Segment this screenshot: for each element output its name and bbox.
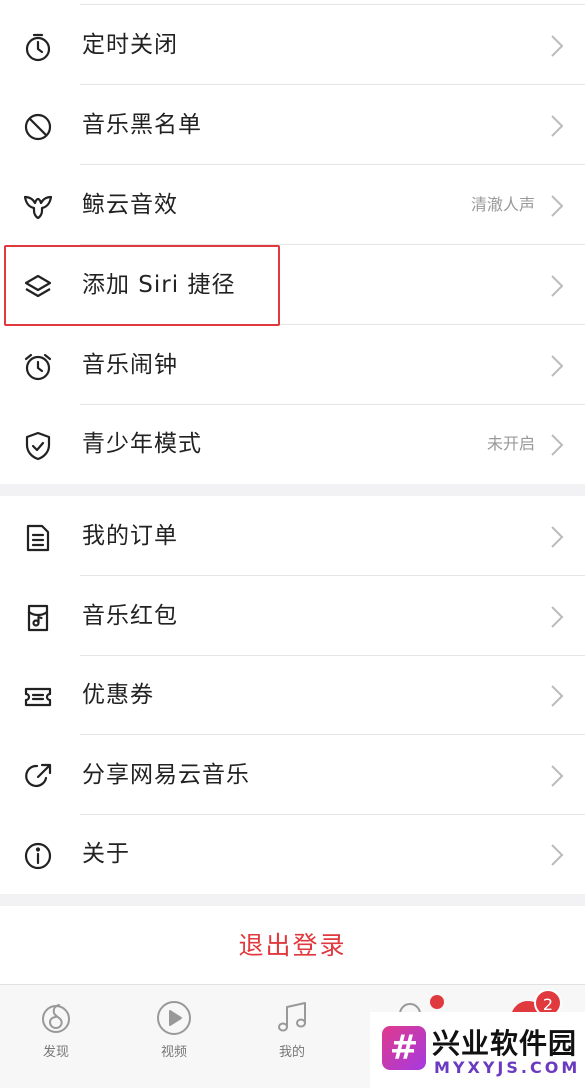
chevron-right-icon	[549, 354, 565, 378]
chevron-right-icon	[549, 605, 565, 629]
row-value: 清澈人声	[470, 195, 535, 214]
highlight-box	[4, 245, 280, 326]
row-sound-effects[interactable]: 鲸云音效 清澈人声	[0, 165, 585, 245]
chevron-right-icon	[549, 34, 565, 58]
row-music-blacklist[interactable]: 音乐黑名单	[0, 85, 585, 165]
row-value: 未开启	[486, 434, 535, 453]
tab-label: 我的	[278, 1045, 305, 1060]
watermark-url: MYXYJS.COM	[434, 1058, 581, 1077]
share-icon	[22, 761, 54, 793]
row-label: 鲸云音效	[82, 192, 178, 218]
tab-mine[interactable]: 我的	[262, 999, 322, 1060]
row-label: 音乐闹钟	[82, 352, 178, 378]
row-sleep-timer[interactable]: 定时关闭	[0, 5, 585, 85]
chevron-right-icon	[549, 274, 565, 298]
row-label: 关于	[82, 841, 130, 867]
tab-label: 发现	[42, 1045, 69, 1060]
tab-label: 视频	[160, 1045, 187, 1060]
document-icon	[22, 522, 54, 554]
chevron-right-icon	[549, 194, 565, 218]
settings-group-1: 定时关闭 音乐黑名单 鲸云音效 清澈人声 添加 Siri 捷径 音乐闹钟 青少年…	[0, 0, 585, 484]
row-my-orders[interactable]: 我的订单	[0, 496, 585, 576]
chevron-right-icon	[549, 433, 565, 457]
row-label: 优惠券	[82, 682, 154, 708]
video-play-icon	[144, 999, 204, 1037]
tab-discover[interactable]: 发现	[26, 999, 86, 1060]
tab-video[interactable]: 视频	[144, 999, 204, 1060]
red-envelope-icon	[22, 602, 54, 634]
discover-icon	[26, 999, 86, 1037]
row-music-alarm[interactable]: 音乐闹钟	[0, 325, 585, 405]
timer-icon	[22, 31, 54, 63]
watermark-title: 兴业软件园	[432, 1027, 578, 1060]
row-share-app[interactable]: 分享网易云音乐	[0, 735, 585, 815]
row-label: 青少年模式	[82, 431, 202, 457]
settings-group-2: 我的订单 音乐红包 优惠券 分享网易云音乐 关于	[0, 496, 585, 894]
logout-button[interactable]: 退出登录	[0, 906, 585, 984]
music-note-icon	[262, 999, 322, 1037]
row-music-red-envelope[interactable]: 音乐红包	[0, 576, 585, 656]
chevron-right-icon	[549, 114, 565, 138]
notification-dot	[430, 995, 444, 1009]
block-icon	[22, 111, 54, 143]
shield-check-icon	[22, 430, 54, 462]
row-teen-mode[interactable]: 青少年模式 未开启	[0, 404, 585, 484]
info-icon	[22, 840, 54, 872]
watermark: # 兴业软件园 MYXYJS.COM	[370, 1012, 585, 1088]
row-label: 音乐红包	[82, 603, 178, 629]
ticket-icon	[22, 681, 54, 713]
row-about[interactable]: 关于	[0, 814, 585, 894]
row-label: 分享网易云音乐	[82, 762, 250, 788]
alarm-clock-icon	[22, 351, 54, 383]
row-label: 我的订单	[82, 523, 178, 549]
row-label: 定时关闭	[82, 32, 178, 58]
row-coupons[interactable]: 优惠券	[0, 655, 585, 735]
chevron-right-icon	[549, 525, 565, 549]
row-label: 音乐黑名单	[82, 112, 202, 138]
chevron-right-icon	[549, 843, 565, 867]
chevron-right-icon	[549, 684, 565, 708]
whale-tail-icon	[22, 191, 54, 223]
chevron-right-icon	[549, 764, 565, 788]
watermark-logo-icon: #	[382, 1026, 426, 1070]
